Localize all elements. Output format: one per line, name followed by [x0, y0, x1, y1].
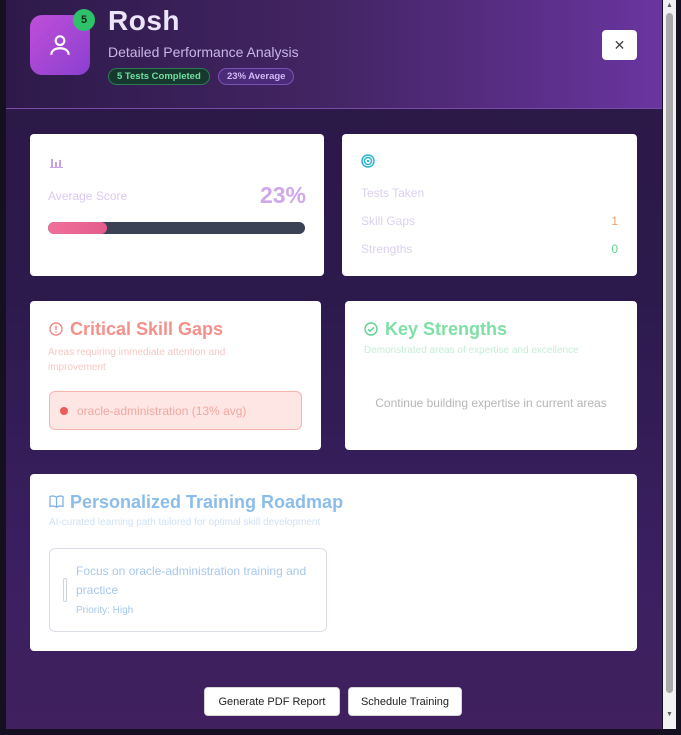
- training-roadmap-card: Personalized Training Roadmap AI-curated…: [30, 474, 637, 651]
- scroll-down-icon[interactable]: ▼: [665, 711, 674, 719]
- skill-gap-item[interactable]: oracle-administration (13% avg): [49, 391, 302, 430]
- test-count-badge: 5: [73, 9, 95, 31]
- scroll-up-icon[interactable]: ▲: [665, 2, 674, 10]
- gap-dot: [60, 407, 68, 415]
- bar-chart-icon: [50, 159, 63, 168]
- modal-header: 5 Rosh Detailed Performance Analysis 5 T…: [6, 0, 662, 109]
- average-score-bar: [48, 222, 305, 234]
- skill-gaps-title: Critical Skill Gaps: [70, 319, 224, 339]
- alert-circle-icon: [49, 322, 63, 336]
- strengths-value: 0: [611, 242, 618, 256]
- roadmap-desc: AI-curated learning path tailored for op…: [49, 517, 321, 528]
- roadmap-title: Personalized Training Roadmap: [70, 492, 344, 512]
- skill-gaps-value: 1: [611, 214, 618, 228]
- strengths-label: Strengths: [361, 242, 413, 256]
- stats-card: Tests Taken Skill Gaps 1 Strengths 0: [342, 134, 637, 276]
- skill-gaps-desc: Areas requiring immediate attention and …: [48, 347, 226, 373]
- skill-gaps-label: Skill Gaps: [361, 214, 416, 228]
- roadmap-item-priority: Priority: High: [76, 605, 134, 616]
- check-circle-icon: [364, 322, 378, 336]
- modal-subtitle: Detailed Performance Analysis: [108, 44, 299, 60]
- tests-completed-pill: 5 Tests Completed: [108, 68, 210, 85]
- strengths-desc: Demonstrated areas of expertise and exce…: [364, 345, 579, 356]
- tests-taken-label: Tests Taken: [361, 186, 425, 200]
- average-score-card: Average Score 23%: [30, 134, 324, 276]
- strengths-card: Key Strengths Demonstrated areas of expe…: [345, 301, 637, 450]
- close-icon: ✕: [613, 36, 626, 53]
- scrollbar-thumb[interactable]: [666, 13, 673, 693]
- close-button[interactable]: ✕: [602, 30, 637, 60]
- average-score-value: 23%: [259, 182, 306, 208]
- roadmap-item-marker: [63, 578, 67, 602]
- schedule-training-button[interactable]: Schedule Training: [348, 687, 462, 716]
- user-icon: [50, 35, 70, 55]
- generate-pdf-button[interactable]: Generate PDF Report: [204, 687, 340, 716]
- roadmap-item[interactable]: Focus on oracle-administration training …: [49, 548, 327, 632]
- skill-gaps-card: Critical Skill Gaps Areas requiring imme…: [30, 301, 321, 450]
- average-pill: 23% Average: [218, 68, 295, 85]
- average-score-fill: [48, 222, 108, 234]
- user-name: Rosh: [108, 5, 180, 36]
- skill-gap-item-label: oracle-administration (13% avg): [77, 404, 247, 418]
- strengths-title: Key Strengths: [385, 319, 508, 339]
- roadmap-item-title: Focus on oracle-administration training …: [76, 564, 307, 597]
- performance-modal: 5 Rosh Detailed Performance Analysis 5 T…: [6, 0, 662, 729]
- average-score-label: Average Score: [48, 189, 128, 203]
- target-icon: [361, 154, 375, 168]
- book-icon: [49, 495, 64, 508]
- strengths-empty-text: Continue building expertise in current a…: [375, 396, 607, 410]
